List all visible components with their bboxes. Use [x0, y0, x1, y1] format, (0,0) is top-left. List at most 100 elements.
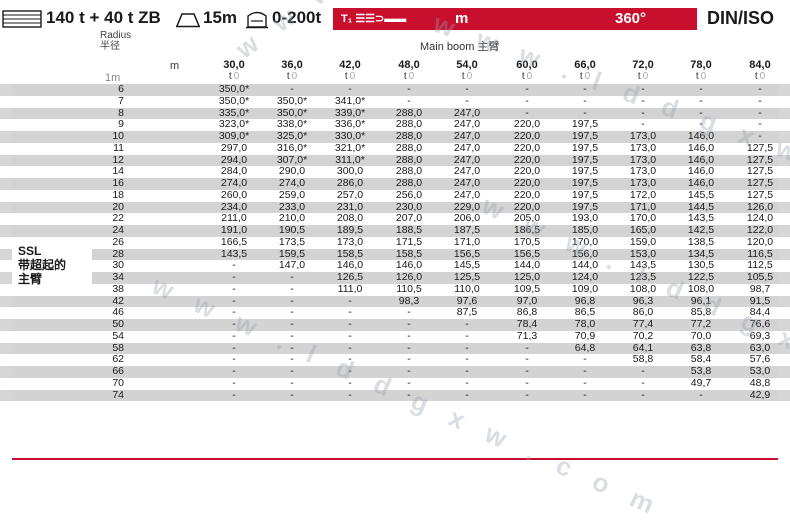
capacity-cell: 126,5	[336, 271, 364, 283]
capacity-cell: 124,0	[571, 271, 599, 283]
radius-cell: 38	[112, 282, 124, 295]
standard-label: DIN/ISO	[707, 8, 775, 28]
capacity-cell: -	[290, 388, 294, 401]
boom-length-unit-label: t0	[579, 71, 591, 82]
tonnes-unit: t	[403, 71, 407, 82]
radius-cell: 70	[112, 376, 124, 389]
boom-length-header: 30,0	[223, 59, 245, 71]
capacity-cell: 127,5	[746, 188, 774, 201]
capacity-cell: -	[348, 376, 352, 389]
radius-heading: Radius 半径	[100, 30, 131, 52]
capacity-cell: -	[232, 318, 236, 330]
capacity-cell: -	[407, 388, 411, 401]
capacity-cell: 110,5	[396, 282, 422, 295]
capacity-cell: 288,0	[395, 130, 423, 142]
capacity-cell: 98,7	[749, 282, 771, 295]
capacity-cell: 247,0	[453, 130, 481, 142]
capacity-cell: 197,5	[571, 177, 599, 189]
capacity-cell: -	[290, 329, 294, 342]
capacity-cell: -	[465, 388, 469, 401]
capacity-cell: -	[290, 83, 294, 95]
tonnes-unit: t	[579, 71, 583, 82]
boom-length-unit-label: t0	[344, 71, 356, 82]
capacity-cell: 316,0*	[276, 141, 308, 154]
capacity-cell: 173,0	[629, 130, 657, 142]
capacity-cell: -	[641, 83, 645, 95]
capacity-cell: -	[758, 130, 762, 142]
capacity-cell: 220,0	[513, 188, 541, 201]
capacity-cell: -	[525, 94, 529, 107]
capacity-cell: 48,8	[749, 376, 771, 389]
capacity-cell: 220,0	[513, 130, 541, 142]
radius-cell: 18	[112, 188, 124, 201]
table-row: 18 260,0 259,0 257,0 256,0 247,0 220,0 197,5 172…	[0, 188, 790, 202]
boom-length-header: 72,0	[632, 59, 654, 71]
capacity-cell: -	[290, 365, 294, 377]
capacity-cell: 127,5	[746, 141, 774, 154]
radius-cell: 10	[112, 130, 124, 142]
capacity-cell: -	[348, 329, 352, 342]
capacity-cell: 186,5	[513, 224, 541, 236]
capacity-cell: 350,0*	[276, 94, 308, 107]
capacity-cell: -	[348, 83, 352, 95]
capacity-cell: -	[699, 388, 703, 401]
capacity-cell: -	[465, 329, 469, 342]
capacity-cell: -	[583, 388, 587, 401]
capacity-range-label: 0-200t	[272, 8, 322, 27]
capacity-cell: -	[583, 376, 587, 389]
capacity-cell: 71,3	[516, 329, 538, 342]
capacity-cell: -	[232, 388, 236, 401]
capacity-cell: 108,0	[629, 282, 657, 295]
capacity-cell: 350,0*	[218, 94, 250, 107]
capacity-cell: -	[348, 388, 352, 401]
capacity-cell: 173,0	[629, 141, 657, 154]
capacity-cell: 350,0*	[218, 83, 250, 95]
capacity-cell: 173,5	[278, 235, 306, 248]
table-row: 16 274,0 274,0 286,0 288,0 247,0 220,0 197,5 173…	[0, 177, 790, 190]
capacity-cell: 321,0*	[334, 141, 366, 154]
config-code: T₁ ☰☰⊃▬▬	[341, 13, 407, 25]
tonnes-unit: t	[344, 71, 348, 82]
capacity-cell: 146,0	[687, 141, 715, 154]
capacity-cell: 78,0	[574, 318, 596, 330]
capacity-cell: 77,2	[690, 318, 712, 330]
capacity-cell: -	[758, 83, 762, 95]
config-unit: m	[455, 10, 469, 27]
capacity-cell: 120,0	[746, 235, 774, 248]
capacity-cell: 187,5	[453, 224, 481, 236]
boom-length-unit-label: t0	[754, 71, 766, 82]
capacity-cell: 274,0	[220, 177, 248, 189]
capacity-cell: -	[290, 318, 294, 330]
boom-length-header: 66,0	[574, 59, 596, 71]
capacity-cell: 259,0	[278, 188, 306, 201]
tonnes-unit: t	[695, 71, 699, 82]
capacity-cell: -	[699, 83, 703, 95]
capacity-cell: 146,0	[687, 130, 715, 142]
main-boom-heading: Main boom 主臂	[420, 41, 500, 53]
capacity-cell: 122,5	[687, 271, 715, 283]
capacity-cell: -	[465, 83, 469, 95]
capacity-cell: -	[699, 94, 703, 107]
capacity-cell: -	[525, 83, 529, 95]
capacity-cell: 288,0	[395, 141, 423, 154]
table-row: 26 166,5 173,5 173,0 171,5 171,0 170,5 170,0 159…	[0, 235, 790, 249]
capacity-cell: 173,0	[336, 235, 364, 248]
capacity-cell: 125,0	[513, 271, 541, 283]
capacity-cell: -	[641, 388, 645, 401]
radius-cell: 6	[118, 83, 124, 95]
capacity-cell: 189,5	[336, 224, 364, 236]
capacity-cell: 257,0	[336, 188, 364, 201]
capacity-cell: 341,0*	[334, 94, 366, 107]
capacity-cell: 288,0	[395, 177, 423, 189]
capacity-cell: 325,0*	[276, 130, 308, 142]
tonnes-unit: t	[754, 71, 758, 82]
boom-length-unit-label: t0	[228, 71, 240, 82]
ssl-label-line3: 主臂	[18, 272, 43, 286]
capacity-cell: 146,0	[687, 177, 715, 189]
capacity-cell: -	[465, 94, 469, 107]
table-row: 34 - - 126,5 126,0 125,5 125,0 124,0 123,5 122,5 1…	[0, 271, 790, 284]
capacity-cell: -	[290, 282, 294, 295]
radius-cell: 11	[113, 141, 124, 154]
boom-length-header: 36,0	[281, 59, 303, 71]
capacity-cell: 170,0	[571, 235, 599, 248]
